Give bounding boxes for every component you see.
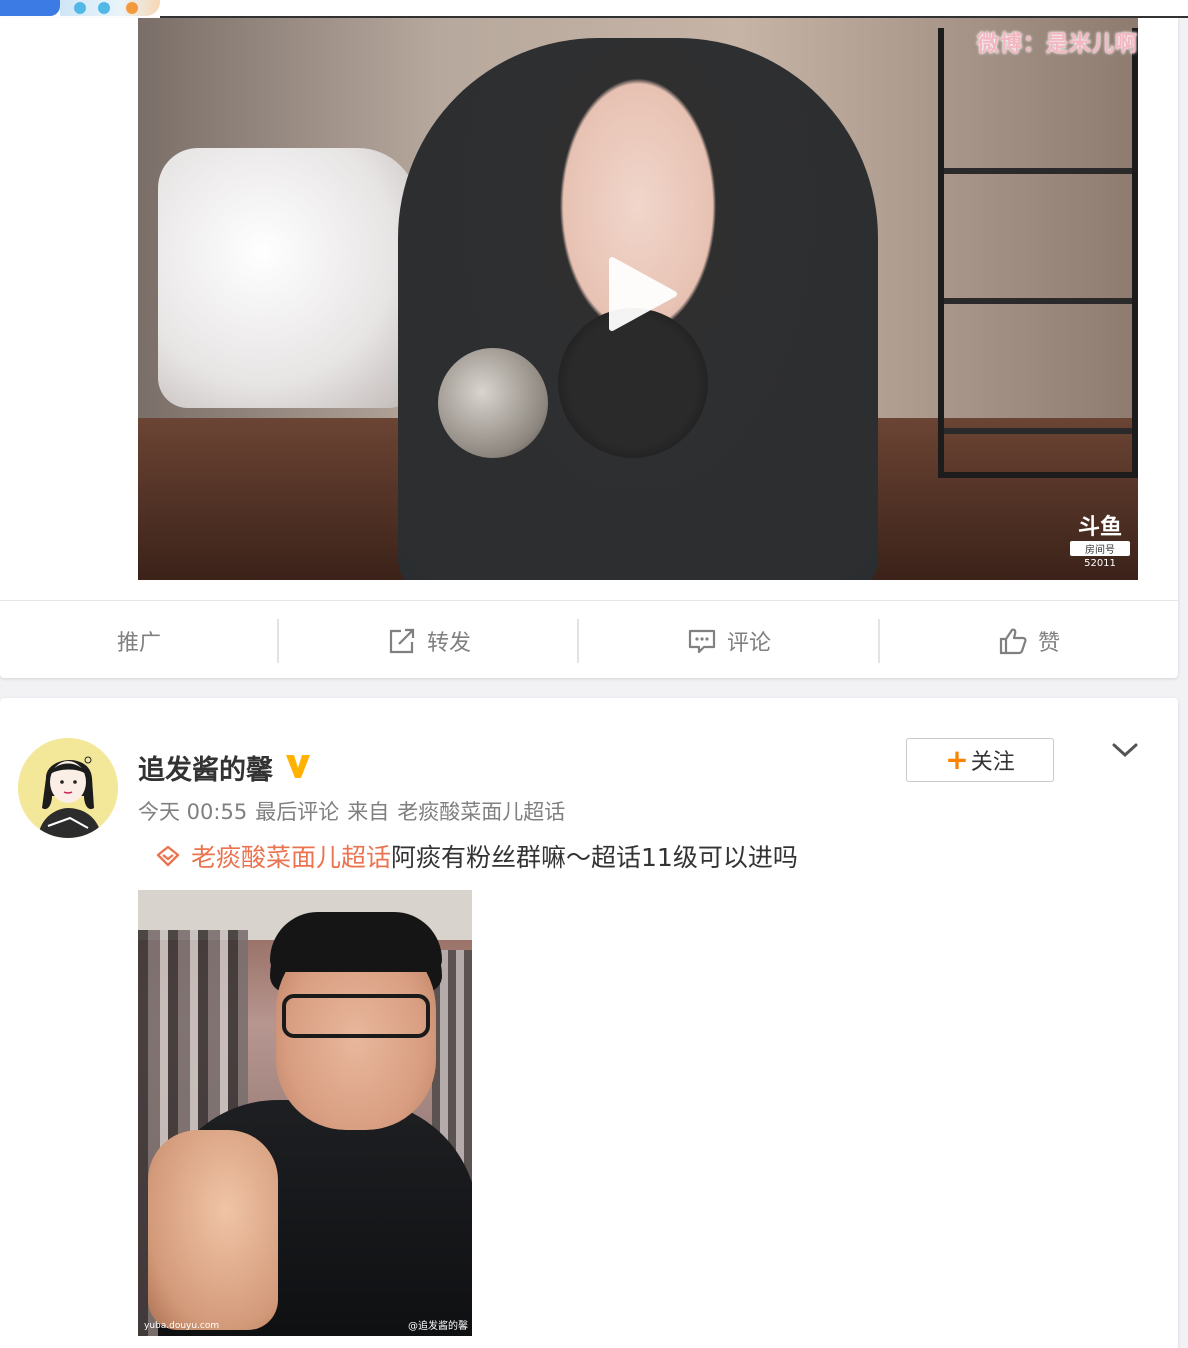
- play-icon[interactable]: [600, 254, 680, 334]
- weibo-feed: 微博：是米儿啊 斗鱼 房间号 52011 推广 转发 评论 赞 追发酱的馨 今天…: [0, 0, 1188, 1348]
- repost-icon: [389, 628, 415, 654]
- username[interactable]: 追发酱的馨: [138, 748, 273, 787]
- super-topic-icon: [156, 845, 180, 867]
- action-bar: 推广 转发 评论 赞: [0, 600, 1178, 678]
- like-button[interactable]: 赞: [890, 619, 1168, 663]
- divider: [577, 619, 579, 663]
- chevron-down-icon[interactable]: [1110, 740, 1140, 760]
- post-source[interactable]: 老痰酸菜面儿超话: [397, 800, 565, 824]
- comment-label: 评论: [726, 631, 771, 656]
- top-strip: [0, 0, 1188, 18]
- photo-glasses: [282, 994, 430, 1038]
- plus-icon: +: [945, 743, 969, 776]
- nav-tab[interactable]: [0, 0, 60, 16]
- source-prefix: 来自: [347, 800, 390, 824]
- video-player[interactable]: 微博：是米儿啊 斗鱼 房间号 52011: [138, 18, 1138, 580]
- video-microphone: [438, 348, 548, 458]
- avatar[interactable]: [18, 738, 118, 838]
- post-time[interactable]: 今天 00:55: [138, 800, 247, 824]
- comment-button[interactable]: 评论: [590, 619, 868, 663]
- feed-card-video: 微博：是米儿啊 斗鱼 房间号 52011 推广 转发 评论 赞: [0, 18, 1178, 678]
- feed-card-post: 追发酱的馨 今天 00:55 最后评论 来自 老痰酸菜面儿超话 + 关注 老痰酸菜面儿…: [0, 698, 1178, 1348]
- dot-icon: [98, 2, 110, 14]
- comment-icon: [688, 629, 716, 654]
- avatar-illustration: [18, 738, 118, 838]
- thumbs-up-icon: [999, 628, 1027, 655]
- photo-watermark-left: yuba.douyu.com: [144, 1321, 220, 1331]
- post-text: 阿痰有粉丝群嘛～超话11级可以进吗: [391, 843, 798, 872]
- photo-watermark-right: @追发酱的馨: [408, 1321, 468, 1332]
- super-topic-link[interactable]: 老痰酸菜面儿超话: [191, 838, 391, 874]
- follow-label: 关注: [970, 750, 1015, 775]
- dot-icon: [74, 2, 86, 14]
- post-meta: 今天 00:55 最后评论 来自 老痰酸菜面儿超话: [138, 796, 573, 826]
- repost-button[interactable]: 转发: [290, 619, 568, 663]
- repost-label: 转发: [426, 631, 471, 656]
- promote-button[interactable]: 推广: [0, 619, 278, 663]
- post-image[interactable]: yuba.douyu.com @追发酱的馨: [138, 890, 472, 1336]
- dot-icon: [126, 2, 138, 14]
- douyu-logo: 斗鱼 房间号 52011: [1070, 516, 1130, 569]
- follow-button[interactable]: + 关注: [906, 738, 1054, 782]
- video-watermark: 微博：是米儿啊: [976, 32, 1138, 57]
- verified-v-icon[interactable]: [283, 751, 313, 781]
- promote-label: 推广: [116, 631, 161, 656]
- last-comment-label: 最后评论: [255, 800, 340, 824]
- photo-thumbs-up: [148, 1130, 278, 1330]
- like-label: 赞: [1037, 631, 1060, 656]
- decorative-banner: [60, 0, 160, 16]
- divider: [878, 619, 880, 663]
- post-content: 老痰酸菜面儿超话 阿痰有粉丝群嘛～超话11级可以进吗: [155, 838, 798, 874]
- video-shelf: [938, 28, 1138, 478]
- video-chair: [158, 148, 418, 408]
- divider: [277, 619, 279, 663]
